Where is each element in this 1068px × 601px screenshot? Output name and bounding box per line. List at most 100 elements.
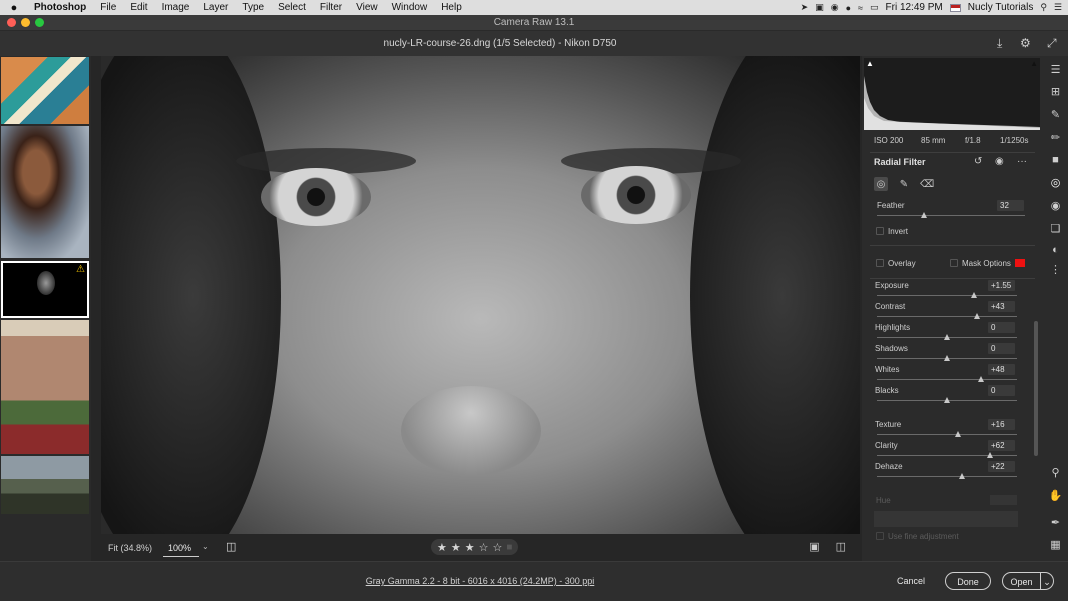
zoom-icon[interactable]: ⚲	[1043, 466, 1068, 479]
healing-icon[interactable]: ✎	[1043, 108, 1068, 121]
menu-help[interactable]: Help	[434, 2, 469, 13]
exposure-slider-thumb[interactable]	[971, 292, 978, 298]
visibility-eye-icon[interactable]: ◉	[995, 156, 1004, 167]
radial-filter-icon[interactable]: ◎	[1043, 176, 1068, 189]
input-source-flag-icon[interactable]	[949, 3, 961, 12]
apple-menu-icon[interactable]: ●	[0, 2, 28, 14]
control-center-icon[interactable]: ☰	[1054, 2, 1062, 13]
blacks-value[interactable]: 0	[988, 385, 1015, 396]
dehaze-value[interactable]: +22	[988, 461, 1015, 472]
overlay-checkbox[interactable]	[876, 259, 884, 267]
clarity-slider-track[interactable]	[877, 455, 1017, 456]
workflow-options-link[interactable]: Gray Gamma 2.2 - 8 bit - 6016 x 4016 (24…	[0, 576, 960, 586]
snapshots-icon[interactable]: ❏	[1043, 222, 1068, 235]
single-view-icon[interactable]: ▣	[809, 540, 819, 553]
contrast-value[interactable]: +43	[988, 301, 1015, 312]
zoom-dropdown-icon[interactable]: ⌄	[202, 542, 209, 551]
clarity-slider-thumb[interactable]	[987, 452, 994, 458]
eraser-tool-icon[interactable]: ⌫	[920, 177, 934, 191]
filmstrip-thumbnail[interactable]	[1, 456, 89, 514]
highlights-slider-thumb[interactable]	[944, 334, 950, 340]
dehaze-slider-track[interactable]	[877, 476, 1017, 477]
rating-star[interactable]: ☆	[493, 541, 503, 554]
presets-icon[interactable]: ◐	[1043, 244, 1068, 256]
exposure-slider-track[interactable]	[877, 295, 1017, 296]
wifi-icon[interactable]: ≈	[858, 3, 863, 13]
menu-layer[interactable]: Layer	[196, 2, 235, 13]
hand-icon[interactable]: ✋	[1043, 489, 1068, 502]
settings-gear-icon[interactable]: ⚙	[1020, 36, 1031, 50]
edit-sliders-icon[interactable]: ☰	[1043, 63, 1068, 76]
before-after-icon[interactable]: ◫	[836, 540, 846, 553]
contrast-slider-track[interactable]	[877, 316, 1017, 317]
open-button[interactable]: Open	[1002, 572, 1041, 590]
menu-type[interactable]: Type	[235, 2, 271, 13]
user-name[interactable]: Nucly Tutorials	[968, 2, 1034, 13]
zoom-level[interactable]: 100%	[168, 543, 191, 553]
shadow-clipping-icon[interactable]: ▲	[866, 59, 874, 68]
texture-value[interactable]: +16	[988, 419, 1015, 430]
clarity-value[interactable]: +62	[988, 440, 1015, 451]
rating-star[interactable]: ☆	[479, 541, 489, 554]
menu-view[interactable]: View	[349, 2, 385, 13]
toggle-sampler-icon[interactable]: ◫	[226, 540, 236, 553]
shadows-slider-thumb[interactable]	[944, 355, 950, 361]
whites-slider-track[interactable]	[877, 379, 1017, 380]
shadows-value[interactable]: 0	[988, 343, 1015, 354]
mask-options-checkbox[interactable]	[950, 259, 958, 267]
cancel-button[interactable]: Cancel	[888, 572, 934, 590]
warning-icon[interactable]: ⚠	[76, 264, 85, 275]
menu-filter[interactable]: Filter	[313, 2, 349, 13]
menu-window[interactable]: Window	[385, 2, 435, 13]
menu-image[interactable]: Image	[155, 2, 197, 13]
texture-slider-track[interactable]	[877, 434, 1017, 435]
reset-icon[interactable]: ↺	[974, 156, 982, 167]
red-eye-icon[interactable]: ◉	[1043, 199, 1068, 212]
rating-star[interactable]: ★	[437, 541, 447, 554]
display-icon[interactable]: ▭	[870, 2, 879, 13]
menu-select[interactable]: Select	[271, 2, 313, 13]
adjustment-brush-icon[interactable]: ✏	[1043, 131, 1068, 144]
rating-star[interactable]: ★	[451, 541, 461, 554]
fit-zoom-button[interactable]: Fit (34.8%)	[108, 543, 152, 553]
open-options-dropdown[interactable]: ⌄	[1041, 572, 1054, 590]
fullscreen-icon[interactable]: ⤢	[1047, 36, 1057, 51]
whites-slider-thumb[interactable]	[977, 376, 984, 382]
filmstrip-thumbnail-selected[interactable]: ⚠	[1, 261, 89, 318]
feather-slider-thumb[interactable]	[921, 212, 928, 218]
whites-value[interactable]: +48	[988, 364, 1015, 375]
crop-icon[interactable]: ⊞	[1043, 85, 1068, 98]
image-preview[interactable]	[101, 56, 860, 534]
filmstrip-thumbnail[interactable]	[1, 320, 89, 454]
brush-tool-icon[interactable]: ✎	[897, 177, 911, 191]
contrast-slider-thumb[interactable]	[974, 313, 981, 319]
grid-icon[interactable]: ▦	[1043, 538, 1068, 551]
panel-scrollbar[interactable]	[1034, 321, 1038, 456]
menu-edit[interactable]: Edit	[123, 2, 154, 13]
camera-icon[interactable]: ◉	[831, 2, 839, 13]
clock[interactable]: Fri 12:49 PM	[886, 2, 943, 13]
filmstrip-thumbnail[interactable]	[1, 57, 89, 124]
invert-checkbox[interactable]	[876, 227, 884, 235]
graduated-filter-icon[interactable]: ■	[1043, 154, 1068, 166]
reject-trash-icon[interactable]: ■	[506, 542, 512, 553]
blacks-slider-thumb[interactable]	[944, 397, 950, 403]
save-image-icon[interactable]: ⤓	[997, 36, 1002, 51]
color-sampler-icon[interactable]: ✒	[1043, 516, 1068, 529]
dehaze-slider-thumb[interactable]	[959, 473, 966, 479]
filmstrip-thumbnail[interactable]	[1, 126, 89, 258]
more-tools-icon[interactable]: ⋮	[1043, 263, 1068, 276]
more-options-icon[interactable]: ···	[1017, 156, 1027, 167]
radial-tool-icon[interactable]: ◎	[874, 177, 888, 191]
creative-cloud-icon[interactable]: ●	[846, 3, 851, 13]
rating-star[interactable]: ★	[465, 541, 475, 554]
highlight-clipping-icon[interactable]: ▲	[1030, 59, 1038, 68]
exposure-value[interactable]: +1.55	[988, 280, 1015, 291]
texture-slider-thumb[interactable]	[955, 431, 962, 437]
screen-record-icon[interactable]: ▣	[815, 2, 824, 13]
mask-color-swatch[interactable]	[1015, 259, 1025, 267]
menu-app-photoshop[interactable]: Photoshop	[28, 2, 93, 13]
feather-value[interactable]: 32	[997, 200, 1024, 211]
highlights-value[interactable]: 0	[988, 322, 1015, 333]
menu-file[interactable]: File	[93, 2, 123, 13]
